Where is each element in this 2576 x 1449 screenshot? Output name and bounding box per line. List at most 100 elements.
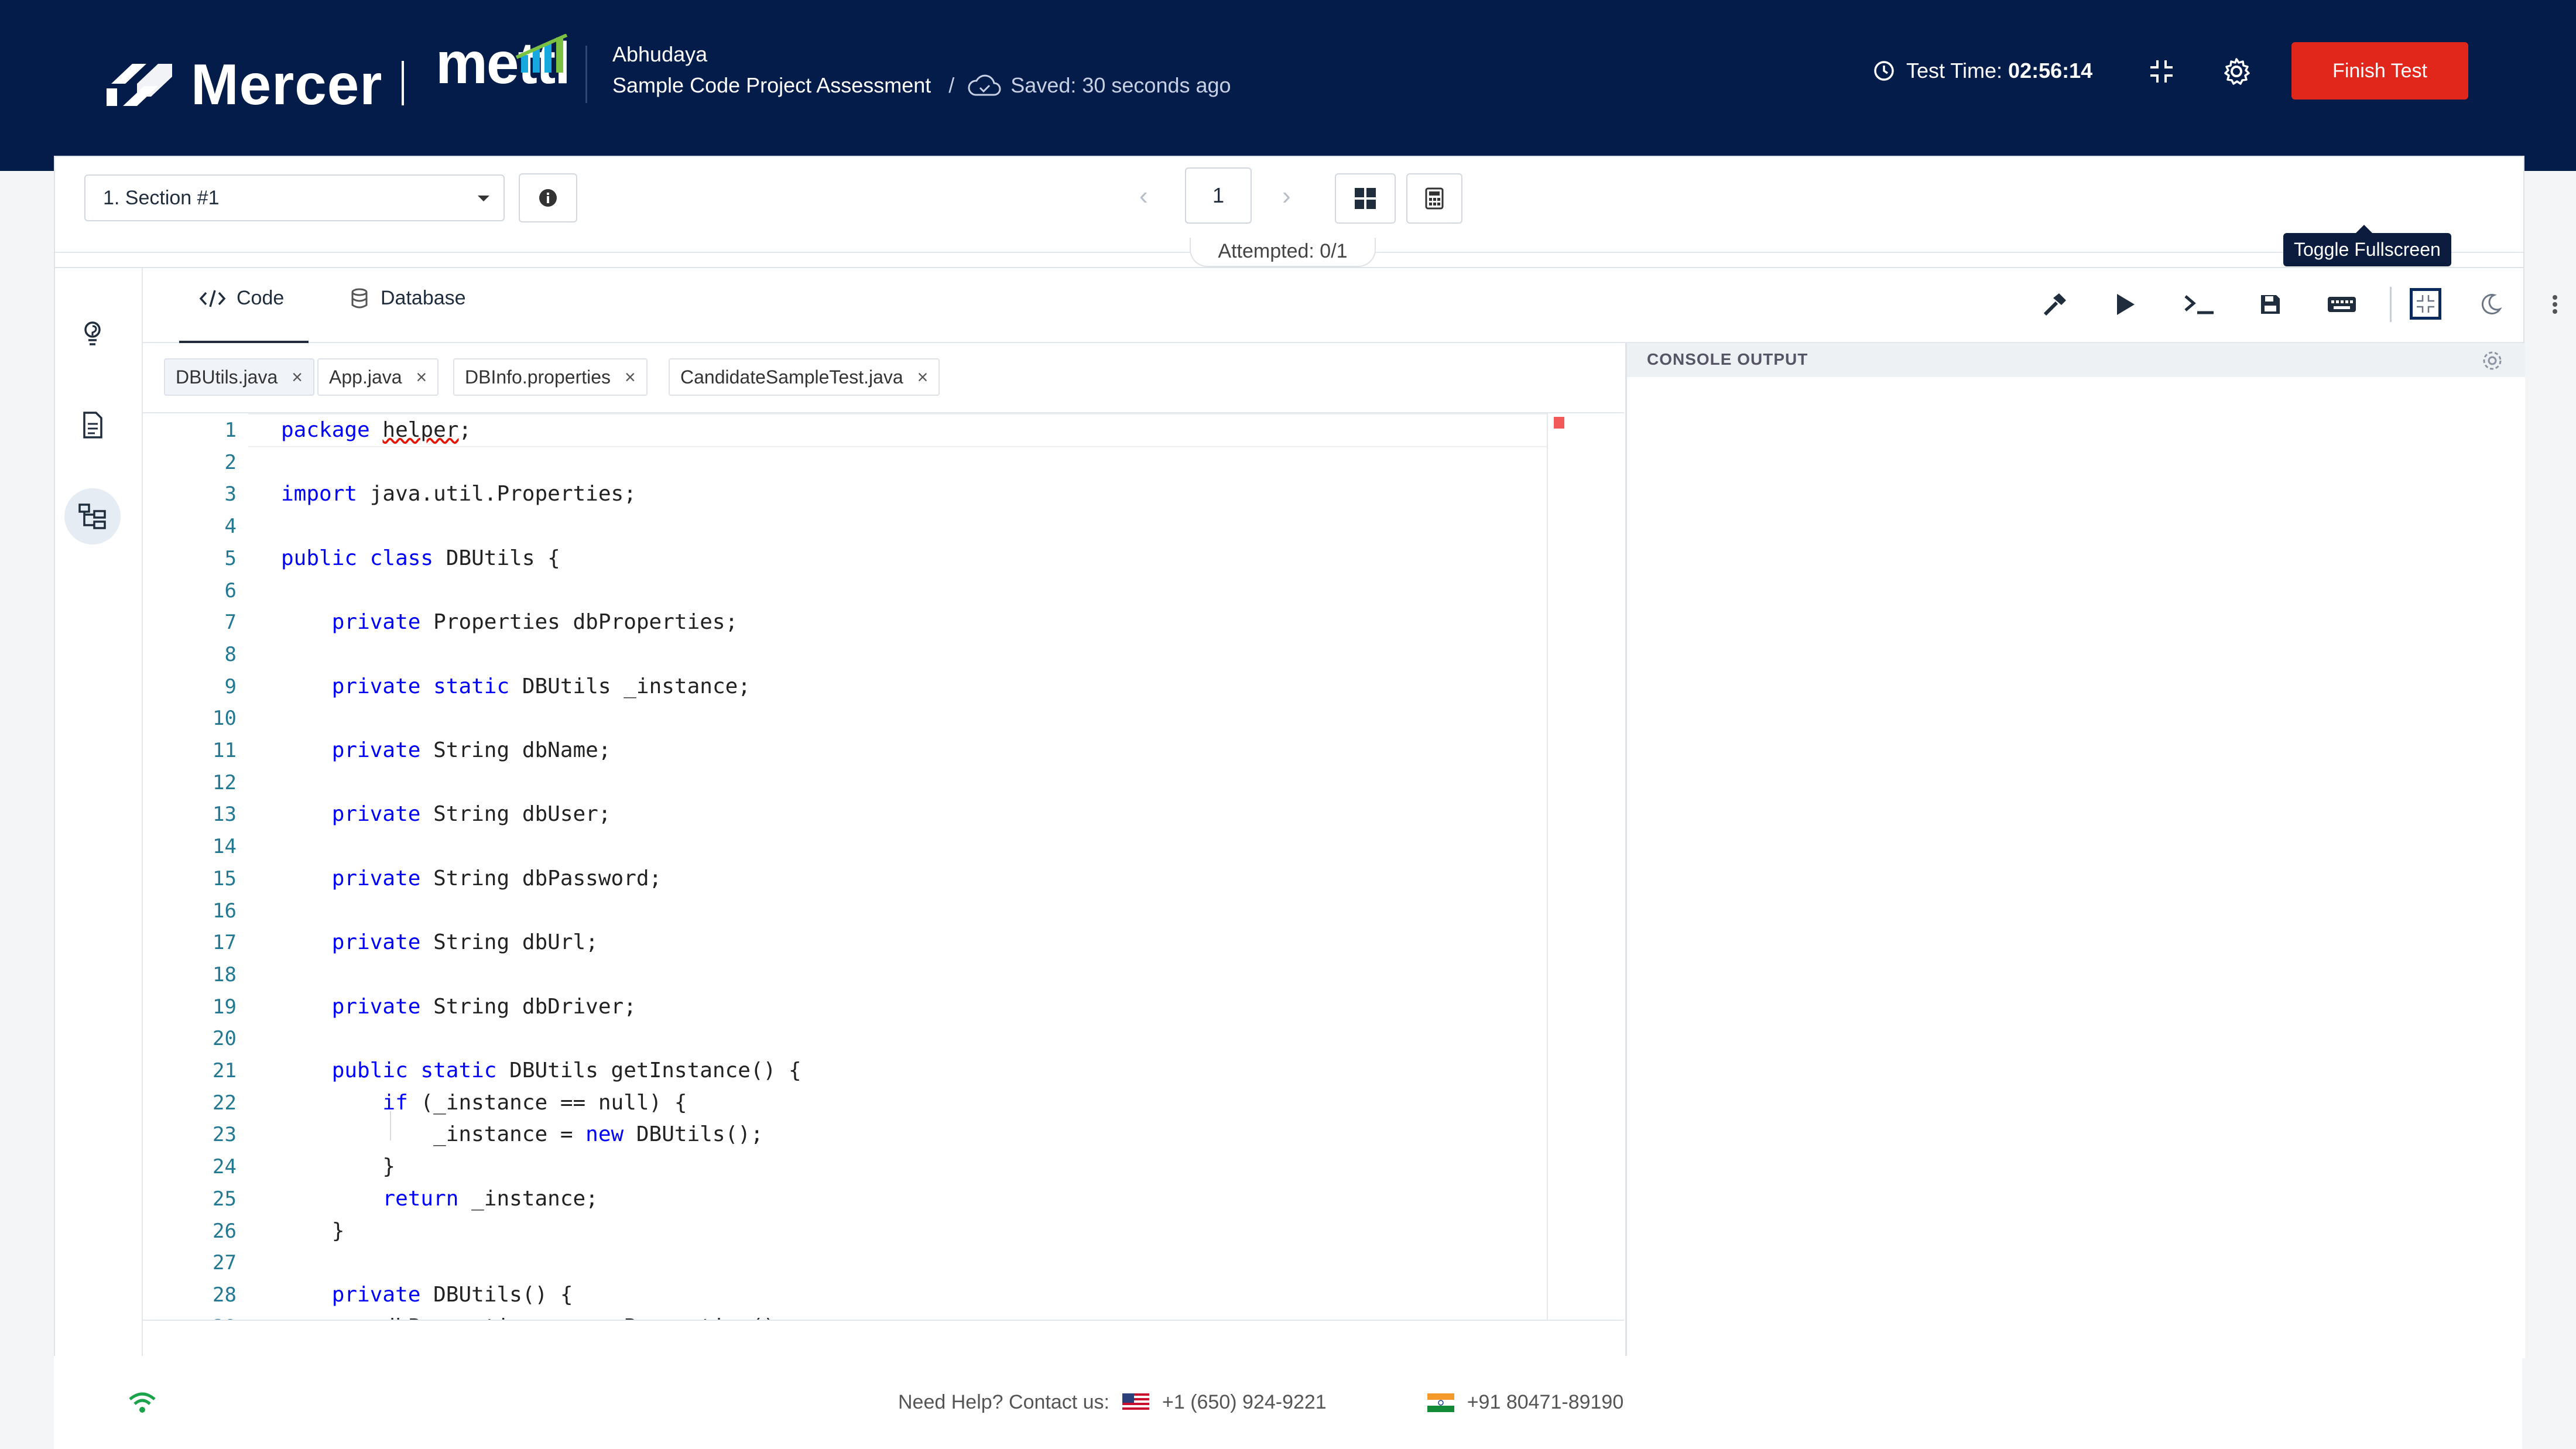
line-number: 25 [213,1187,237,1211]
keyboard-icon [2328,297,2356,312]
code-line: if (_instance == null) { [382,1090,687,1115]
play-icon [2117,294,2135,315]
workspace: Code Database DBUtils.java × App.java × … [55,267,2557,1358]
help-contact: Need Help? Contact us: +1 (650) 924-9221… [898,1391,1623,1414]
mettl-logo: mettl [436,34,571,93]
mercer-wordmark: Mercer [191,52,383,117]
question-grid-button[interactable] [1335,173,1396,224]
terminal-icon [2184,295,2214,314]
close-icon[interactable]: × [917,366,929,388]
next-question-arrow[interactable]: › [1282,181,1291,211]
question-number[interactable]: 1 [1185,167,1252,224]
line-number: 20 [213,1027,237,1051]
line-number: 3 [224,482,237,506]
line-number: 6 [224,578,237,602]
grid-icon [1355,188,1376,209]
calculator-button[interactable] [1406,173,1462,224]
tab-code-label: Code [237,287,285,309]
file-tab-dbutils[interactable]: DBUtils.java × [164,358,314,396]
header-separator [585,46,587,103]
line-number: 23 [213,1123,237,1147]
moon-icon [2481,294,2502,315]
line-number: 15 [213,866,237,890]
code-line: private DBUtils() { [331,1282,573,1307]
instructions-button[interactable] [64,397,121,453]
file-tab-label: DBUtils.java [176,366,278,388]
code-line: private String dbName; [331,738,611,762]
code-line: private Properties dbProperties; [331,610,738,635]
line-number: 5 [224,546,237,570]
wifi-icon [129,1392,156,1413]
overview-ruler [1547,413,1548,1320]
test-timer: Test Time: 02:56:14 [1873,59,2092,83]
file-tab-dbinfo[interactable]: DBInfo.properties × [453,358,648,396]
question-view-button[interactable] [64,307,121,363]
code-line: public class DBUtils { [281,546,560,570]
code-line: package helper; [281,418,472,442]
code-line: private String dbUrl; [331,930,598,955]
close-icon[interactable]: × [292,366,303,388]
line-number: 29 [143,1311,237,1320]
section-dropdown[interactable]: 1. Section #1 [84,174,505,221]
console-panel: CONSOLE OUTPUT [1625,343,2525,1358]
more-vertical-icon [2553,295,2557,314]
code-editor[interactable]: 1 package helper; 2 3 import java.util.Prope… [143,413,1624,1320]
collapse-icon [2417,295,2434,313]
settings-button[interactable] [2220,55,2253,88]
error-marker [1554,417,1564,429]
file-tab-candidate-test[interactable]: CandidateSampleTest.java × [669,358,940,396]
line-number: 4 [224,515,237,539]
run-button[interactable] [2110,289,2140,320]
console-header: CONSOLE OUTPUT [1627,343,2525,377]
close-icon[interactable]: × [416,366,427,388]
line-number: 19 [213,995,237,1019]
file-tab-app[interactable]: App.java × [317,358,439,396]
save-button[interactable] [2255,289,2286,320]
theme-toggle-button[interactable] [2475,289,2506,320]
line-number: 22 [213,1091,237,1115]
terminal-button[interactable] [2181,289,2218,320]
keyboard-shortcuts-button[interactable] [2323,289,2361,320]
console-title: CONSOLE OUTPUT [1647,350,1808,368]
assessment-title: Sample Code Project Assessment [612,73,931,97]
console-settings-icon[interactable] [2481,349,2504,372]
phone-us[interactable]: +1 (650) 924-9221 [1162,1391,1327,1414]
code-line: private String dbDriver; [331,994,636,1019]
section-info-button[interactable] [519,173,577,222]
assessment-line: Sample Code Project Assessment / Saved: … [612,73,1231,98]
horizontal-scrollbar[interactable] [143,1320,1624,1357]
file-tree-button[interactable] [64,488,121,544]
tab-database[interactable]: Database [350,287,466,310]
finish-test-button[interactable]: Finish Test [2291,42,2468,100]
code-line: private String dbPassword; [331,866,662,890]
file-tab-label: CandidateSampleTest.java [680,366,903,388]
top-bar: Mercer mettl Abhudaya Sample Code Projec… [0,0,2576,171]
toggle-fullscreen-button[interactable] [2410,288,2441,320]
file-tab-label: App.java [329,366,402,388]
line-number: 24 [213,1155,237,1179]
toolbar-separator [2390,287,2392,322]
close-icon[interactable]: × [625,366,636,388]
mercer-mark-icon [107,63,172,106]
phone-india[interactable]: +91 80471-89190 [1467,1391,1624,1414]
code-line: _instance = new DBUtils(); [281,1122,763,1147]
more-options-button[interactable] [2540,289,2570,320]
section-dropdown-value: 1. Section #1 [103,186,220,209]
line-number: 27 [213,1251,237,1275]
line-number: 10 [213,707,237,731]
tab-code[interactable]: Code [179,287,309,344]
question-bulb-icon [84,321,101,345]
cloud-saved-icon [968,74,1001,96]
line-number: 28 [213,1283,237,1307]
document-icon [83,412,102,439]
exit-fullscreen-button[interactable] [2145,55,2178,88]
build-button[interactable] [2040,289,2070,320]
toggle-fullscreen-tooltip: Toggle Fullscreen [2283,225,2451,266]
mettl-bars-icon [515,34,568,73]
line-number: 12 [213,770,237,794]
test-panel: 1. Section #1 ‹ 1 › Attempted: 0/1 Code … [54,156,2557,1358]
prev-question-arrow[interactable]: ‹ [1139,181,1148,211]
us-flag-icon [1122,1393,1149,1412]
file-tab-label: DBInfo.properties [465,366,611,388]
line-number: 1 [224,419,237,442]
